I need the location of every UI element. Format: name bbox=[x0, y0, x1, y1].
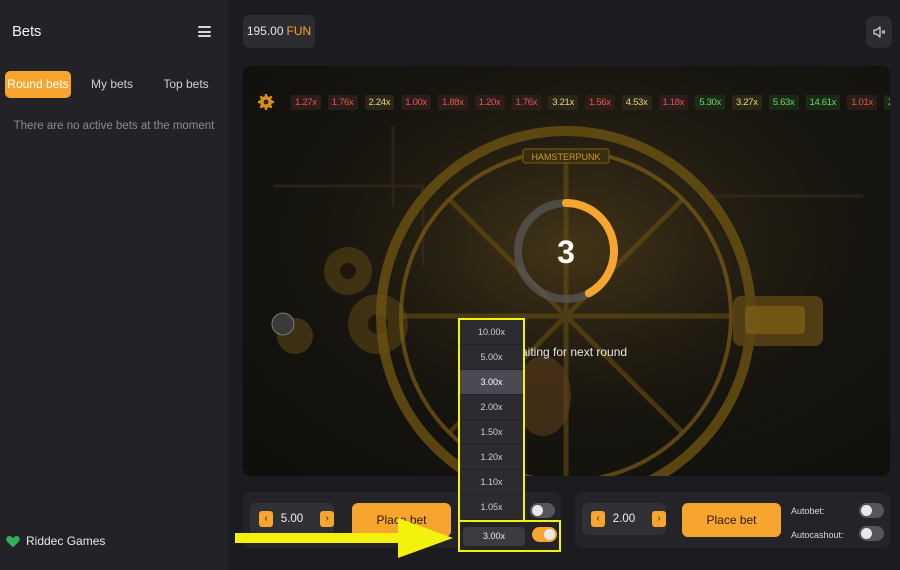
heart-icon bbox=[6, 535, 20, 547]
annotation-arrow-icon bbox=[235, 518, 453, 558]
history-multiplier: 5.30x bbox=[695, 94, 725, 110]
sound-toggle-button[interactable] bbox=[866, 16, 892, 48]
empty-bets-message: There are no active bets at the moment bbox=[13, 120, 215, 132]
history-multiplier: 3.27x bbox=[732, 94, 762, 110]
autocashout-toggle-2[interactable] bbox=[859, 526, 884, 541]
history-multiplier: 1.18x bbox=[658, 94, 689, 110]
dropdown-option[interactable]: 1.50x bbox=[460, 420, 523, 445]
brand-logo: Riddec Games bbox=[6, 533, 105, 549]
autocashout-dropdown: 10.00x 5.00x 3.00x 2.00x 1.50x 1.20x 1.1… bbox=[458, 318, 525, 521]
autobet-toggle-2[interactable] bbox=[859, 503, 884, 518]
dropdown-option-selected[interactable]: 3.00x bbox=[460, 370, 523, 395]
multiplier-history: 1.27x 1.76x 2.24x 1.00x 1.88x 1.20x 1.76x 3.21x… bbox=[257, 93, 890, 111]
place-bet-button-2[interactable]: Place bet bbox=[682, 503, 781, 537]
tab-round-bets[interactable]: Round bets bbox=[5, 71, 71, 98]
round-status-text: aiting for next round bbox=[521, 345, 628, 359]
sidebar-title: Bets bbox=[12, 23, 42, 40]
bet-panel-right: ‹ 2.00 › Place bet Autobet: Autocashout: bbox=[575, 492, 890, 548]
history-multiplier: 1.76x bbox=[327, 94, 358, 110]
balance-amount: 195.00 bbox=[246, 24, 284, 38]
dropdown-option[interactable]: 5.00x bbox=[460, 345, 523, 370]
dropdown-option[interactable]: 1.05x bbox=[460, 495, 523, 520]
history-multiplier: 5.63x bbox=[768, 94, 799, 110]
bets-tabs: Round bets My bets Top bets bbox=[5, 71, 221, 98]
history-multiplier: 1.88x bbox=[438, 94, 468, 110]
history-multiplier: 14.61x bbox=[805, 94, 841, 110]
history-multiplier: 1.00x bbox=[401, 94, 431, 110]
dropdown-option[interactable]: 2.00x bbox=[460, 395, 523, 420]
app-root: Bets Round bets My bets Top bets There a… bbox=[0, 0, 900, 570]
history-multiplier: 1.27x bbox=[291, 94, 321, 110]
dropdown-option[interactable]: 1.20x bbox=[460, 445, 523, 470]
balance-display: 195.00 FUN bbox=[243, 15, 315, 48]
autocashout-label: Autocashout: bbox=[791, 530, 844, 540]
countdown-number: 3 bbox=[557, 234, 575, 270]
game-area: HAMSTERPUNK 1.27x 1.76x 2.24x 1.00x 1.88… bbox=[243, 66, 890, 476]
menu-icon[interactable] bbox=[198, 26, 211, 37]
bet-amount-value-2[interactable]: 2.00 bbox=[602, 503, 646, 535]
history-multiplier: 1.20x bbox=[474, 94, 505, 110]
history-multiplier: 1.56x bbox=[585, 94, 615, 110]
dropdown-option[interactable]: 1.10x bbox=[460, 470, 523, 495]
tab-top-bets[interactable]: Top bets bbox=[158, 71, 214, 98]
history-multiplier: 1.01x bbox=[847, 94, 877, 110]
bets-sidebar: Bets Round bets My bets Top bets There a… bbox=[0, 0, 228, 570]
autocashout-value-select[interactable]: 3.00x bbox=[463, 527, 525, 546]
balance-currency: FUN bbox=[286, 24, 312, 38]
gear-icon[interactable] bbox=[257, 93, 275, 111]
increase-bet-button-2[interactable]: › bbox=[652, 511, 666, 527]
autocashout-toggle[interactable] bbox=[532, 527, 557, 542]
history-multiplier: 3.21x bbox=[548, 94, 578, 110]
bet-amount-stepper-2: ‹ 2.00 › bbox=[582, 503, 666, 535]
history-multiplier: 21.36x bbox=[883, 94, 890, 110]
speaker-muted-icon bbox=[873, 26, 886, 38]
history-list: 1.27x 1.76x 2.24x 1.00x 1.88x 1.20x 1.76x 3.21x… bbox=[291, 94, 890, 110]
history-multiplier: 4.53x bbox=[621, 94, 652, 110]
scene-sign-text: HAMSTERPUNK bbox=[531, 152, 600, 162]
autobet-toggle[interactable] bbox=[530, 503, 555, 518]
autocashout-field: 3.00x bbox=[458, 520, 561, 552]
history-multiplier: 1.76x bbox=[511, 94, 542, 110]
history-multiplier: 2.24x bbox=[364, 94, 395, 110]
autobet-label: Autobet: bbox=[791, 506, 825, 516]
brand-name: Riddec Games bbox=[26, 534, 106, 548]
tab-my-bets[interactable]: My bets bbox=[85, 71, 139, 98]
dropdown-option[interactable]: 10.00x bbox=[460, 320, 523, 345]
hamsterpunk-scene: HAMSTERPUNK bbox=[243, 66, 890, 476]
